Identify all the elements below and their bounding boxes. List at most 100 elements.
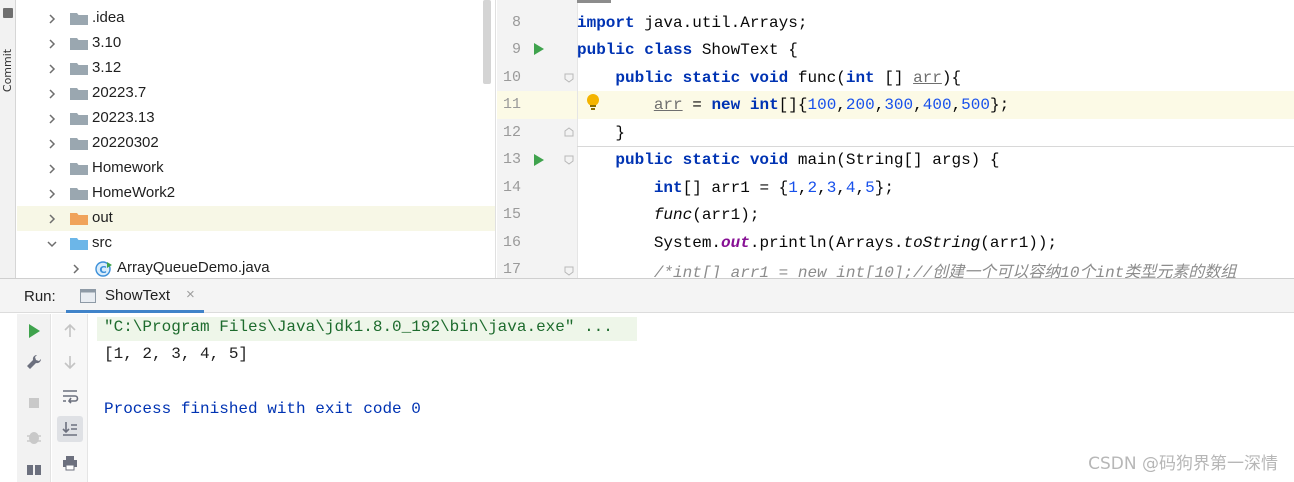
tree-item-homework2[interactable]: HomeWork2 [17, 181, 495, 206]
tree-item-src[interactable]: src [17, 231, 495, 256]
soft-wrap-icon [63, 390, 79, 404]
folder-icon [70, 161, 88, 175]
token-keyword: int [653, 179, 683, 197]
tree-item-label: src [92, 234, 112, 251]
token-text: , [797, 179, 808, 197]
settings-button[interactable] [21, 349, 47, 375]
chevron-right-icon[interactable] [45, 137, 59, 151]
chevron-right-icon[interactable] [69, 262, 83, 276]
folder-icon [70, 86, 88, 100]
tree-item-homework[interactable]: Homework [17, 156, 495, 181]
line-number: 9 [511, 41, 521, 58]
project-tree: .idea 3.10 3.12 20223.7 20223.13 20220302 Home… [17, 0, 496, 278]
chevron-down-icon[interactable] [45, 237, 59, 251]
line-number: 16 [502, 234, 521, 251]
token-number: 5 [865, 179, 875, 197]
line-number: 10 [502, 69, 521, 86]
tree-item-label: Homework [92, 159, 164, 176]
run-class-icon[interactable] [533, 43, 545, 55]
chevron-right-icon[interactable] [45, 37, 59, 51]
token-text: }; [989, 96, 1010, 114]
run-header: Run: ShowText × [0, 279, 1294, 313]
chevron-right-icon[interactable] [45, 162, 59, 176]
tree-item-label: out [92, 209, 113, 226]
run-toolbar-secondary [52, 314, 88, 482]
debug-button[interactable] [21, 424, 47, 450]
print-button[interactable] [57, 450, 83, 476]
console-command-line: "C:\Program Files\Java\jdk1.8.0_192\bin\… [104, 318, 613, 336]
token-text: .println(Arrays. [749, 234, 904, 252]
watermark: CSDN @码狗界第一深情 [1088, 454, 1278, 474]
code-line-17: /*int[] arr1 = new int[10];//创建一个可以容纳10个… [577, 256, 1294, 278]
line-number: 12 [502, 124, 521, 141]
soft-wrap-button[interactable] [57, 383, 83, 409]
stop-icon [29, 398, 39, 408]
tree-item-idea[interactable]: .idea [17, 6, 495, 31]
project-tool-icon[interactable] [3, 8, 13, 18]
code-editor[interactable]: 8 9 10 11 12 13 14 15 16 17 import java.util.Arra… [497, 0, 1294, 278]
svg-text:C: C [99, 265, 106, 276]
tree-item-3-10[interactable]: 3.10 [17, 31, 495, 56]
run-tab-showtext[interactable]: ShowText × [66, 279, 204, 313]
chevron-right-icon[interactable] [45, 87, 59, 101]
print-icon [63, 456, 77, 471]
token-text: , [874, 96, 885, 114]
code-line-15: func (arr1); [577, 201, 1294, 229]
chevron-right-icon[interactable] [45, 62, 59, 76]
token-text: , [855, 179, 866, 197]
commit-tool-label: Commit [1, 48, 15, 92]
tree-item-20223-7[interactable]: 20223.7 [17, 81, 495, 106]
down-button[interactable] [57, 349, 83, 375]
fold-marker-icon[interactable] [564, 266, 574, 276]
tree-item-label: 3.10 [92, 34, 122, 51]
code-line-14: int[] arr1 = {1, 2, 3, 4, 5}; [577, 174, 1294, 202]
token-number: 300 [884, 96, 914, 114]
tree-item-label: .idea [92, 9, 125, 26]
token-text: java.util.Arrays; [634, 14, 808, 32]
rerun-button[interactable] [21, 318, 47, 344]
fold-marker-icon[interactable] [564, 155, 574, 165]
tree-item-arrayqueuedemo-java[interactable]: C ArrayQueueDemo.java [17, 256, 495, 278]
console-tab-icon [80, 289, 96, 303]
close-icon[interactable]: × [186, 286, 195, 303]
scroll-to-end-button[interactable] [57, 416, 83, 442]
token-keyword: int [845, 69, 875, 87]
clipped-row-fragment [17, 0, 495, 4]
run-title: Run: [24, 288, 56, 305]
tree-item-20220302[interactable]: 20220302 [17, 131, 495, 156]
chevron-right-icon[interactable] [45, 12, 59, 26]
token-number: 3 [826, 179, 837, 197]
console-output-line: [1, 2, 3, 4, 5] [104, 345, 249, 363]
stop-button[interactable] [21, 390, 47, 416]
token-text: , [817, 179, 827, 197]
scroll-to-end-icon [62, 422, 77, 436]
token-text: } [615, 124, 626, 142]
token-text: [] [874, 69, 914, 87]
up-button[interactable] [57, 318, 83, 344]
commit-tool-tab[interactable]: Commit [0, 40, 16, 100]
chevron-right-icon[interactable] [45, 112, 59, 126]
code-line-16: System. out .println(Arrays. toString (arr1)… [577, 229, 1294, 257]
chevron-right-icon[interactable] [45, 187, 59, 201]
layout-button[interactable] [21, 457, 47, 482]
rerun-icon [29, 324, 40, 338]
chevron-right-icon[interactable] [45, 212, 59, 226]
token-text: System. [653, 234, 722, 252]
token-number: 4 [845, 179, 856, 197]
line-number: 14 [502, 179, 521, 196]
tree-item-3-12[interactable]: 3.12 [17, 56, 495, 81]
fold-marker-icon[interactable] [564, 127, 574, 137]
token-text: , [836, 96, 846, 114]
up-arrow-icon [64, 323, 76, 337]
run-main-icon[interactable] [533, 154, 545, 166]
tree-item-20223-13[interactable]: 20223.13 [17, 106, 495, 131]
fold-marker-icon[interactable] [564, 73, 574, 83]
tree-item-out[interactable]: out [17, 206, 495, 231]
folder-icon [70, 236, 88, 250]
token-keyword: new [711, 96, 741, 114]
left-tool-strip: Commit [0, 0, 16, 278]
